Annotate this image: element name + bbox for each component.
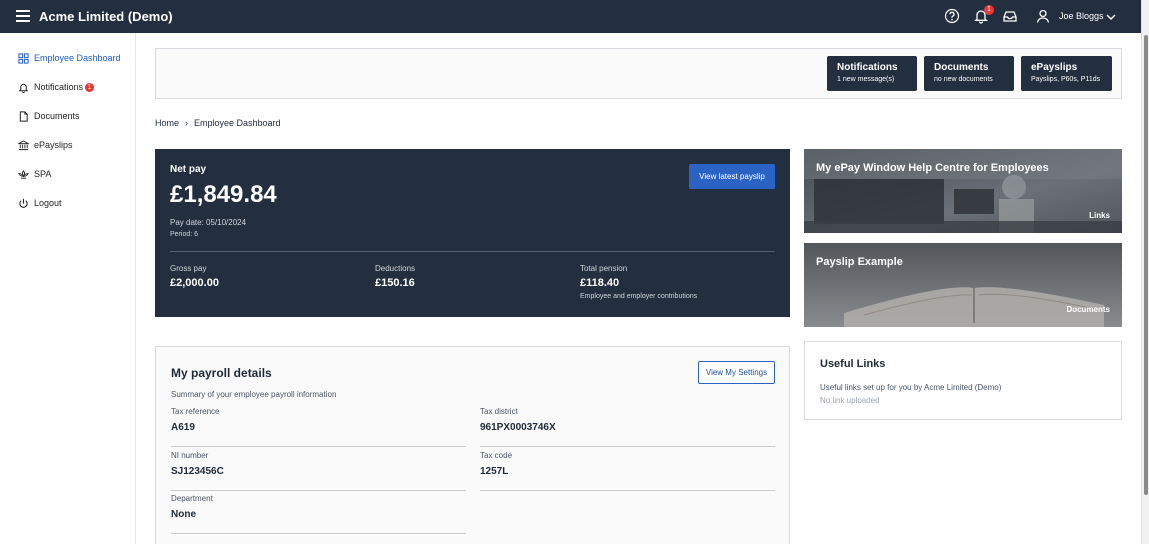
bank-icon bbox=[18, 139, 29, 150]
notification-badge: 1 bbox=[85, 82, 95, 92]
total-pension-label: Total pension bbox=[580, 264, 628, 273]
lotus-icon bbox=[18, 169, 29, 179]
divider bbox=[170, 251, 775, 252]
tax-district-field: Tax district 961PX0003746X bbox=[480, 407, 775, 447]
field-value: 1257L bbox=[480, 466, 509, 477]
quick-link-notifications[interactable]: Notifications 1 new message(s) bbox=[827, 56, 917, 91]
sidebar-item-logout[interactable]: Logout bbox=[18, 195, 62, 211]
net-pay-label: Net pay bbox=[170, 164, 207, 175]
quick-link-title: Notifications bbox=[837, 62, 898, 73]
field-label: Tax reference bbox=[171, 407, 220, 416]
total-pension-value: £118.40 bbox=[580, 277, 620, 289]
inbox-icon[interactable] bbox=[1002, 8, 1018, 24]
help-icon[interactable] bbox=[944, 8, 960, 24]
chevron-right-icon: › bbox=[185, 118, 189, 128]
sidebar-item-notifications[interactable]: Notifications 1 bbox=[18, 79, 95, 95]
field-label: Department bbox=[171, 494, 213, 503]
scrollbar-thumb[interactable] bbox=[1144, 35, 1148, 495]
field-label: Tax code bbox=[480, 451, 513, 460]
payroll-details-card: My payroll details Summary of your emplo… bbox=[155, 346, 790, 544]
sidebar-item-label: Employee Dashboard bbox=[34, 53, 121, 63]
tax-code-field: Tax code 1257L bbox=[480, 451, 775, 491]
field-label: NI number bbox=[171, 451, 209, 460]
sidebar-item-label: ePayslips bbox=[34, 140, 73, 150]
department-field: Department None bbox=[171, 494, 466, 534]
tile-title: Payslip Example bbox=[816, 256, 903, 268]
sidebar: Employee Dashboard Notifications 1 Docum… bbox=[0, 33, 136, 544]
document-icon bbox=[19, 110, 28, 122]
useful-links-empty: No link uploaded bbox=[820, 396, 880, 405]
top-bar: Acme Limited (Demo) 1 Joe Bloggs bbox=[0, 0, 1149, 33]
tile-tag: Documents bbox=[1066, 305, 1110, 314]
deductions-stat: Deductions £150.16 bbox=[375, 264, 415, 289]
app-title: Acme Limited (Demo) bbox=[39, 9, 173, 24]
sidebar-item-label: Notifications bbox=[34, 82, 84, 92]
field-label: Tax district bbox=[480, 407, 518, 416]
total-pension-stat: Total pension £118.40 Employee and emplo… bbox=[580, 264, 697, 300]
useful-links-card: Useful Links Useful links set up for you… bbox=[804, 341, 1122, 420]
notification-badge: 1 bbox=[984, 5, 994, 15]
net-pay-amount: £1,849.84 bbox=[170, 181, 277, 208]
gross-pay-stat: Gross pay £2,000.00 bbox=[170, 264, 219, 289]
breadcrumb-home[interactable]: Home bbox=[155, 118, 179, 128]
sidebar-item-documents[interactable]: Documents bbox=[18, 108, 80, 124]
quick-link-subtitle: Payslips, P60s, P11ds bbox=[1031, 76, 1101, 83]
field-value: 961PX0003746X bbox=[480, 422, 556, 433]
sidebar-item-label: SPA bbox=[34, 169, 52, 179]
sidebar-item-label: Documents bbox=[34, 111, 80, 121]
useful-links-subtitle: Useful links set up for you by Acme Limi… bbox=[820, 383, 1002, 392]
user-name[interactable]: Joe Bloggs bbox=[1059, 11, 1104, 21]
sidebar-item-label: Logout bbox=[34, 198, 62, 208]
dashboard-icon bbox=[18, 52, 29, 64]
tile-title: My ePay Window Help Centre for Employees bbox=[816, 162, 1049, 174]
field-value: SJ123456C bbox=[171, 466, 224, 477]
payroll-title: My payroll details bbox=[171, 366, 272, 380]
pay-period: Period: 6 bbox=[170, 231, 199, 238]
sidebar-item-spa[interactable]: SPA bbox=[18, 166, 51, 182]
quick-links-panel: Notifications 1 new message(s) Documents… bbox=[155, 48, 1122, 99]
quick-link-title: Documents bbox=[934, 62, 989, 73]
quick-link-epayslips[interactable]: ePayslips Payslips, P60s, P11ds bbox=[1021, 56, 1112, 91]
net-pay-card: Net pay £1,849.84 Pay date: 05/10/2024 P… bbox=[155, 149, 790, 317]
deductions-label: Deductions bbox=[375, 264, 416, 273]
pay-date: Pay date: 05/10/2024 bbox=[170, 218, 247, 227]
user-avatar-icon[interactable] bbox=[1035, 8, 1051, 24]
quick-link-documents[interactable]: Documents no new documents bbox=[924, 56, 1014, 91]
quick-link-subtitle: 1 new message(s) bbox=[837, 76, 895, 83]
quick-link-subtitle: no new documents bbox=[934, 76, 993, 83]
breadcrumb: Home › Employee Dashboard bbox=[155, 118, 281, 128]
view-latest-payslip-button[interactable]: View latest payslip bbox=[689, 164, 775, 189]
sidebar-item-employee-dashboard[interactable]: Employee Dashboard bbox=[18, 50, 121, 66]
help-centre-tile[interactable]: My ePay Window Help Centre for Employees… bbox=[804, 149, 1122, 233]
power-icon bbox=[19, 198, 28, 208]
deductions-value: £150.16 bbox=[375, 277, 415, 289]
ni-number-field: NI number SJ123456C bbox=[171, 451, 466, 491]
tax-reference-field: Tax reference A619 bbox=[171, 407, 466, 447]
pension-note: Employee and employer contributions bbox=[580, 293, 698, 300]
page-scrollbar[interactable] bbox=[1141, 0, 1149, 544]
hamburger-menu-icon[interactable] bbox=[16, 10, 30, 22]
quick-link-title: ePayslips bbox=[1031, 62, 1078, 73]
tile-tag: Links bbox=[1089, 211, 1110, 220]
bell-icon bbox=[18, 83, 29, 93]
gross-pay-value: £2,000.00 bbox=[170, 277, 219, 289]
breadcrumb-current: Employee Dashboard bbox=[194, 118, 281, 128]
chevron-down-icon[interactable] bbox=[1105, 10, 1121, 26]
notifications-bell-icon[interactable]: 1 bbox=[973, 5, 994, 24]
sidebar-item-epayslips[interactable]: ePayslips bbox=[18, 137, 73, 153]
useful-links-title: Useful Links bbox=[820, 358, 886, 370]
field-value: None bbox=[171, 509, 196, 520]
payroll-subtitle: Summary of your employee payroll informa… bbox=[171, 390, 337, 399]
payslip-example-tile[interactable]: Payslip Example Documents bbox=[804, 243, 1122, 327]
view-my-settings-button[interactable]: View My Settings bbox=[698, 361, 775, 384]
gross-pay-label: Gross pay bbox=[170, 264, 207, 273]
field-value: A619 bbox=[171, 422, 195, 433]
